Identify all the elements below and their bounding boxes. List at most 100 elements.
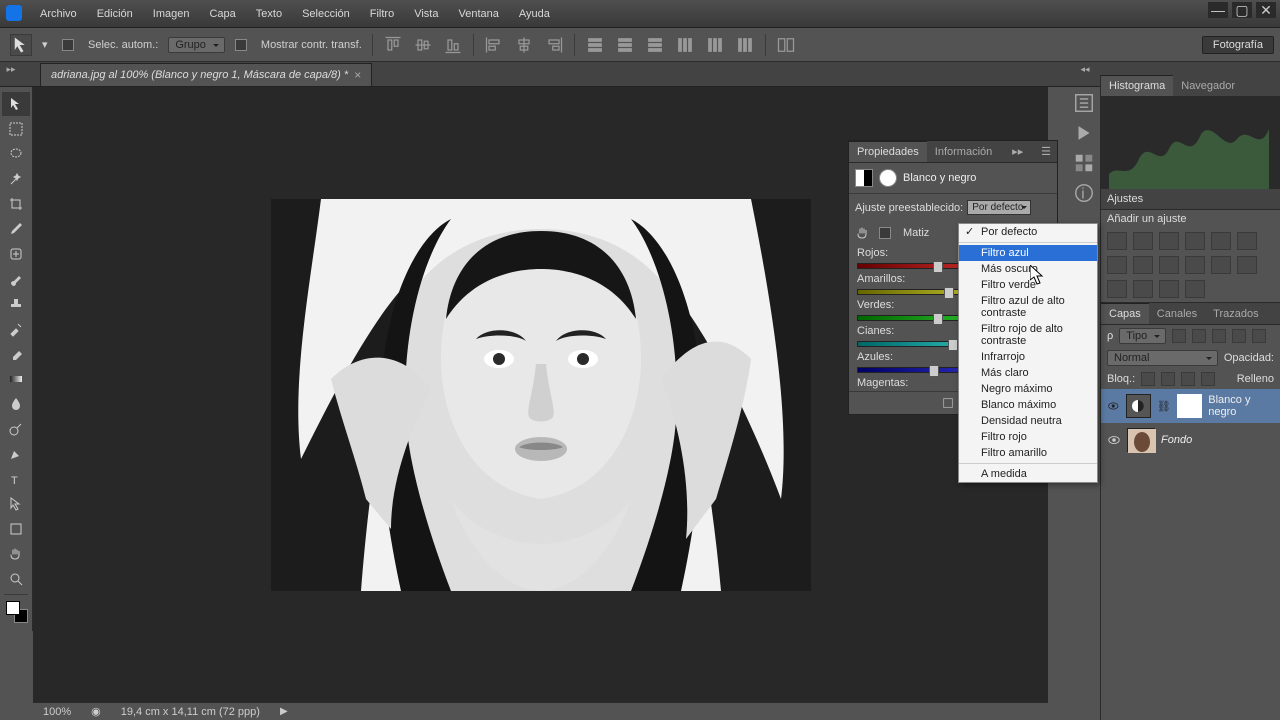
lock-all-icon[interactable] (1201, 372, 1215, 386)
mixer-icon[interactable] (1185, 256, 1205, 274)
move-tool[interactable] (2, 92, 30, 116)
filter-adjust-icon[interactable] (1192, 329, 1206, 343)
status-info-icon[interactable]: ◉ (91, 705, 101, 718)
dropdown-item[interactable]: Filtro amarillo (959, 445, 1097, 461)
tab-info[interactable]: Información (927, 141, 1000, 162)
gradient-tool[interactable] (2, 367, 30, 391)
type-tool[interactable]: T (2, 467, 30, 491)
layer-background[interactable]: Fondo (1101, 423, 1280, 457)
lookup-icon[interactable] (1211, 256, 1231, 274)
hand-tool[interactable] (2, 542, 30, 566)
menu-layer[interactable]: Capa (199, 0, 245, 27)
tab-adjustments[interactable]: Ajustes (1101, 189, 1280, 210)
tab-properties[interactable]: Propiedades (849, 141, 927, 162)
history-panel-icon[interactable] (1073, 93, 1095, 113)
dropdown-item[interactable]: Negro máximo (959, 381, 1097, 397)
gradient-map-icon[interactable] (1159, 280, 1179, 298)
info-panel-icon[interactable]: i (1073, 183, 1095, 203)
dropdown-item[interactable]: Por defecto (959, 224, 1097, 240)
dropdown-item[interactable]: Filtro rojo (959, 429, 1097, 445)
distribute-bottom-icon[interactable] (645, 35, 665, 55)
menu-view[interactable]: Vista (404, 0, 448, 27)
dropdown-item[interactable]: Filtro azul (959, 245, 1097, 261)
lock-pixels-icon[interactable] (1161, 372, 1175, 386)
wand-tool[interactable] (2, 167, 30, 191)
blur-tool[interactable] (2, 392, 30, 416)
clip-icon[interactable] (941, 396, 955, 410)
menu-text[interactable]: Texto (246, 0, 292, 27)
menu-image[interactable]: Imagen (143, 0, 200, 27)
distribute-right-icon[interactable] (735, 35, 755, 55)
align-hcenter-icon[interactable] (514, 35, 534, 55)
dropdown-item[interactable]: Más claro (959, 365, 1097, 381)
document-tab[interactable]: adriana.jpg al 100% (Blanco y negro 1, M… (40, 63, 372, 86)
close-button[interactable]: ✕ (1256, 2, 1276, 18)
pen-tool[interactable] (2, 442, 30, 466)
eraser-tool[interactable] (2, 342, 30, 366)
invert-icon[interactable] (1237, 256, 1257, 274)
mask-icon[interactable] (879, 169, 897, 187)
layer-bw[interactable]: ⛓ Blanco y negro (1101, 389, 1280, 423)
brush-tool[interactable] (2, 267, 30, 291)
tab-close-icon[interactable]: × (354, 68, 361, 82)
dodge-tool[interactable] (2, 417, 30, 441)
filter-shape-icon[interactable] (1232, 329, 1246, 343)
zoom-tool[interactable] (2, 567, 30, 591)
dropdown-item[interactable]: Infrarrojo (959, 349, 1097, 365)
tool-preset-dropdown[interactable]: ▾ (42, 36, 52, 54)
menu-help[interactable]: Ayuda (509, 0, 560, 27)
balance-icon[interactable] (1107, 256, 1127, 274)
threshold-icon[interactable] (1133, 280, 1153, 298)
hue-icon[interactable] (1237, 232, 1257, 250)
show-transform-checkbox[interactable] (235, 39, 247, 51)
photo-filter-icon[interactable] (1159, 256, 1179, 274)
scrubby-hand-icon[interactable] (855, 225, 871, 241)
dropdown-item[interactable]: Filtro rojo de alto contraste (959, 321, 1097, 349)
collapse-left-icon[interactable]: ▸▸ (4, 62, 18, 76)
blend-mode-select[interactable]: Normal (1107, 350, 1218, 366)
heal-tool[interactable] (2, 242, 30, 266)
layer-kind-select[interactable]: Tipo (1119, 328, 1166, 344)
tab-channels[interactable]: Canales (1149, 303, 1205, 324)
lock-transparent-icon[interactable] (1141, 372, 1155, 386)
posterize-icon[interactable] (1107, 280, 1127, 298)
dropdown-item[interactable]: Blanco máximo (959, 397, 1097, 413)
maximize-button[interactable]: ▢ (1232, 2, 1252, 18)
actions-panel-icon[interactable] (1073, 123, 1095, 143)
levels-icon[interactable] (1133, 232, 1153, 250)
preset-select[interactable]: Por defecto (967, 200, 1031, 215)
tab-navigator[interactable]: Navegador (1173, 75, 1243, 96)
collapse-right-icon[interactable]: ◂◂ (1078, 62, 1092, 76)
status-zoom[interactable]: 100% (43, 706, 71, 718)
menu-file[interactable]: Archivo (30, 0, 87, 27)
crop-tool[interactable] (2, 192, 30, 216)
status-arrow-icon[interactable]: ▶ (280, 706, 288, 717)
filter-smart-icon[interactable] (1252, 329, 1266, 343)
layer-name[interactable]: Blanco y negro (1208, 394, 1274, 418)
swatches-panel-icon[interactable] (1073, 153, 1095, 173)
minimize-button[interactable]: — (1208, 2, 1228, 18)
tab-histogram[interactable]: Histograma (1101, 75, 1173, 96)
eyedropper-tool[interactable] (2, 217, 30, 241)
foreground-color[interactable] (6, 601, 20, 615)
menu-selection[interactable]: Selección (292, 0, 360, 27)
distribute-left-icon[interactable] (675, 35, 695, 55)
path-select-tool[interactable] (2, 492, 30, 516)
dropdown-item[interactable]: A medida (959, 466, 1097, 482)
dropdown-item[interactable]: Densidad neutra (959, 413, 1097, 429)
workspace-switcher[interactable]: Fotografía (1202, 36, 1274, 54)
panel-collapse-icon[interactable]: ▸▸ (1006, 145, 1029, 158)
panel-menu-icon[interactable]: ☰ (1035, 145, 1057, 158)
layer-name[interactable]: Fondo (1161, 434, 1192, 446)
bw-icon[interactable] (1133, 256, 1153, 274)
auto-select-type[interactable]: Grupo (168, 37, 225, 53)
lock-position-icon[interactable] (1181, 372, 1195, 386)
lasso-tool[interactable] (2, 142, 30, 166)
visibility-icon[interactable] (1107, 433, 1121, 447)
marquee-tool[interactable] (2, 117, 30, 141)
distribute-top-icon[interactable] (585, 35, 605, 55)
color-swatches[interactable] (0, 601, 32, 627)
dropdown-item[interactable]: Filtro verde (959, 277, 1097, 293)
align-top-icon[interactable] (383, 35, 403, 55)
menu-filter[interactable]: Filtro (360, 0, 404, 27)
